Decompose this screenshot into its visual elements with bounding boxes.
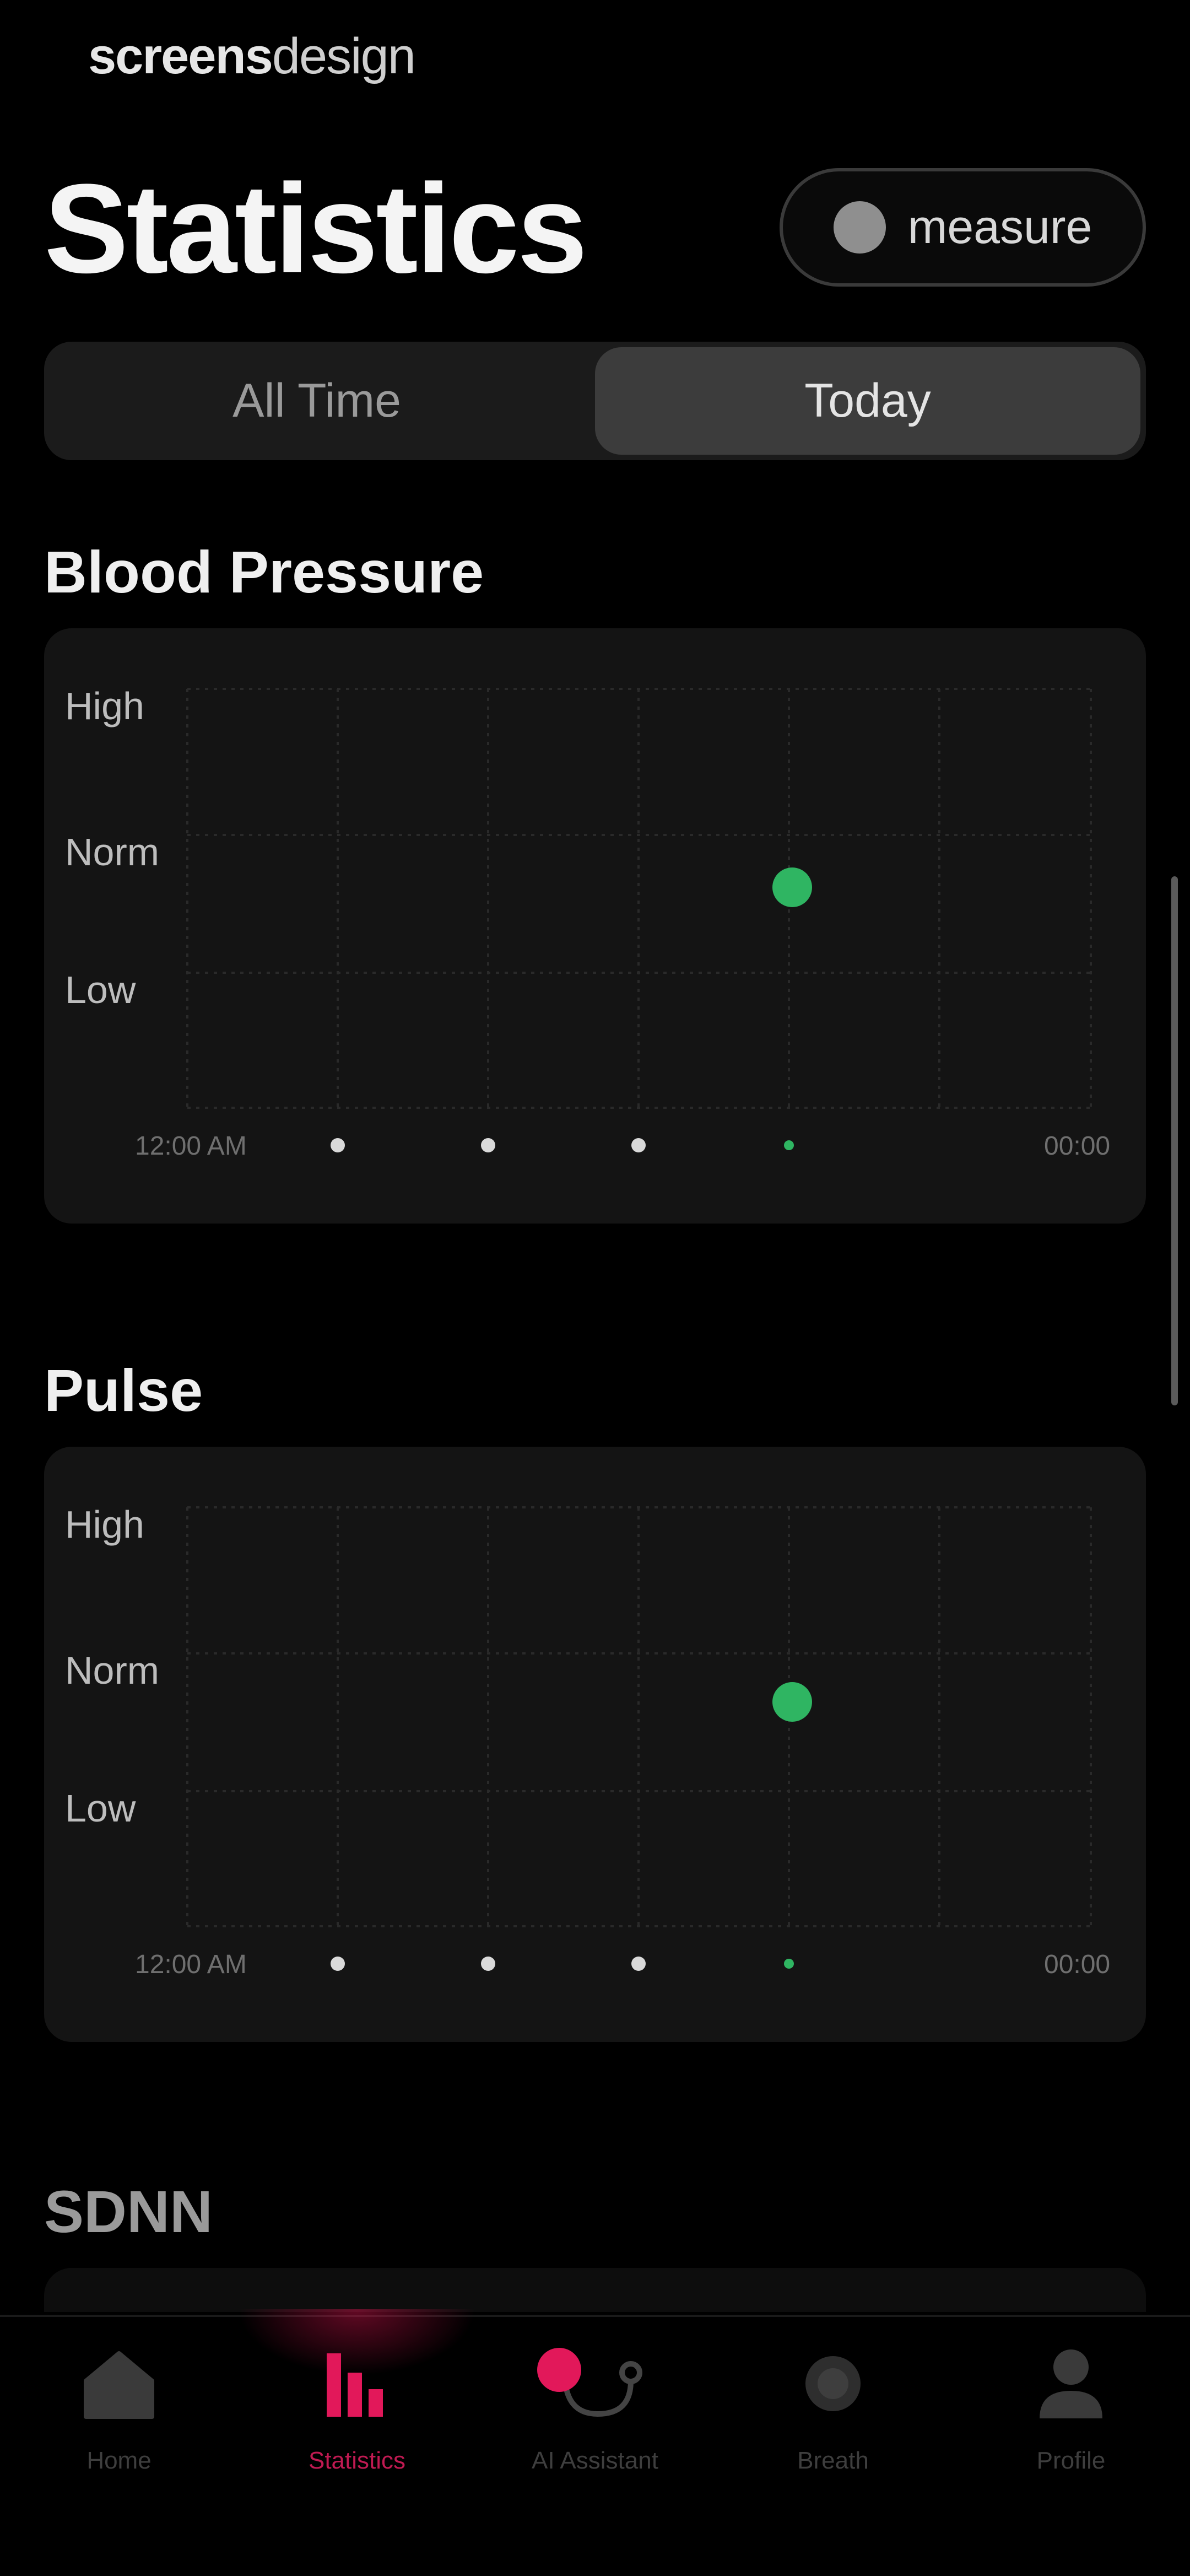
x-tick-dot: [481, 1138, 495, 1152]
tab-statistics[interactable]: Statistics: [238, 2309, 476, 2491]
stethoscope-icon: [534, 2342, 656, 2425]
tab-ai-assistant[interactable]: AI Assistant: [476, 2326, 714, 2491]
x-tick-dot-active: [784, 1959, 794, 1969]
sdnn-chart-card: [44, 2268, 1146, 2312]
x-label-start: 12:00 AM: [135, 1950, 247, 1979]
x-tick-dot: [331, 1957, 345, 1971]
pulse-chart: High Norm Low 12:00 AM 00:00: [44, 1447, 1146, 2042]
tab-profile-label: Profile: [1036, 2447, 1106, 2474]
tab-statistics-label: Statistics: [308, 2447, 406, 2474]
y-label-norm: Norm: [65, 1649, 159, 1692]
x-tick-dot: [331, 1138, 345, 1152]
tab-breath[interactable]: Breath: [714, 2326, 952, 2491]
x-tick-dot: [631, 1957, 646, 1971]
segment-all-time[interactable]: All Time: [44, 342, 589, 460]
tab-ai-assistant-label: AI Assistant: [532, 2447, 658, 2474]
x-tick-dot: [631, 1138, 646, 1152]
measurement-point[interactable]: [772, 867, 812, 907]
x-label-end: 00:00: [1044, 1950, 1110, 1979]
brand-logo: screensdesign: [88, 28, 416, 85]
pulse-title: Pulse: [44, 1357, 203, 1424]
tab-home[interactable]: Home: [0, 2326, 238, 2491]
chart-grid: [186, 1506, 1092, 1927]
fingerprint-icon: [833, 201, 886, 254]
sdnn-title: SDNN: [44, 2178, 213, 2245]
pulse-chart-svg: High Norm Low 12:00 AM 00:00: [65, 1503, 1110, 1979]
time-range-toggle: All Time Today: [44, 342, 1146, 460]
blood-pressure-title: Blood Pressure: [44, 538, 484, 605]
breath-icon: [792, 2342, 874, 2425]
y-label-high: High: [65, 685, 144, 727]
x-label-start: 12:00 AM: [135, 1131, 247, 1161]
bar-chart-icon: [316, 2342, 398, 2425]
blood-pressure-chart: High Norm Low 12:00 AM 00:00: [44, 628, 1146, 1224]
x-tick-dot-active: [784, 1140, 794, 1150]
page-title: Statistics: [44, 158, 588, 299]
y-label-low: Low: [65, 968, 136, 1011]
tab-breath-label: Breath: [797, 2447, 869, 2474]
x-label-end: 00:00: [1044, 1131, 1110, 1161]
segment-today[interactable]: Today: [595, 347, 1140, 455]
tab-profile[interactable]: Profile: [952, 2326, 1190, 2491]
x-tick-dot: [481, 1957, 495, 1971]
brand-part-1: screens: [88, 28, 273, 84]
measure-button-label: measure: [907, 201, 1092, 254]
measure-button[interactable]: measure: [780, 168, 1146, 287]
measurement-point[interactable]: [772, 1682, 812, 1722]
y-label-low: Low: [65, 1787, 136, 1830]
chart-grid: [186, 688, 1092, 1109]
y-label-high: High: [65, 1503, 144, 1546]
tab-home-label: Home: [86, 2447, 152, 2474]
home-icon: [78, 2342, 160, 2425]
y-label-norm: Norm: [65, 831, 159, 874]
blood-pressure-chart-svg: High Norm Low 12:00 AM 00:00: [65, 685, 1110, 1161]
brand-part-2: design: [272, 28, 416, 84]
scrollbar[interactable]: [1171, 876, 1178, 1405]
profile-icon: [1030, 2342, 1112, 2425]
